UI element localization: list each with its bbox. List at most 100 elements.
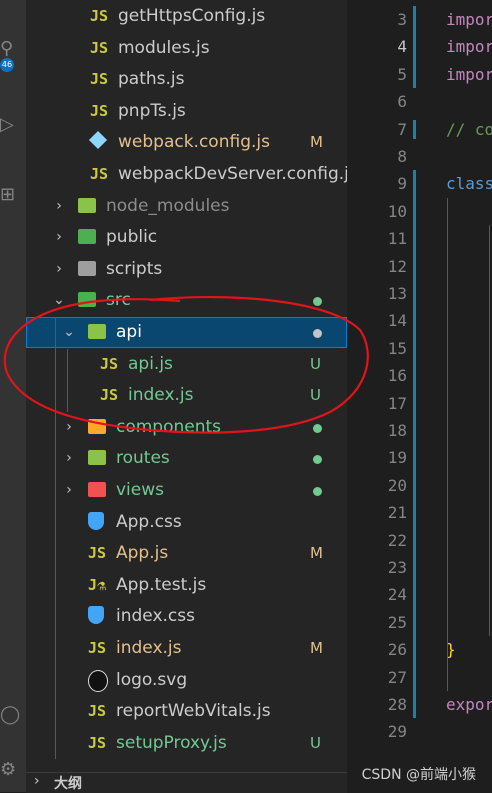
tree-file[interactable]: JS index.js M bbox=[26, 633, 347, 664]
line-number: 29 bbox=[387, 722, 407, 742]
line-number: 22 bbox=[387, 530, 407, 550]
tree-item-label: App.css bbox=[116, 511, 182, 532]
code-line[interactable]: class bbox=[446, 170, 492, 197]
line-number: 15 bbox=[387, 338, 407, 358]
chevron-down-icon[interactable]: ⌄ bbox=[62, 317, 76, 348]
line-number: 9 bbox=[397, 174, 407, 194]
tree-item-label: modules.js bbox=[118, 37, 210, 58]
code-line[interactable]: impor bbox=[446, 6, 492, 33]
tree-item-label: views bbox=[116, 480, 165, 500]
tree-item-label: index.js bbox=[116, 638, 182, 658]
webpack-icon bbox=[88, 131, 108, 150]
javascript-file-icon: JS bbox=[90, 101, 109, 120]
line-number: 23 bbox=[387, 558, 407, 577]
tree-file[interactable]: webpack.config.js M bbox=[26, 127, 347, 158]
git-status-badge: M bbox=[310, 639, 323, 657]
css-file-icon bbox=[88, 606, 104, 625]
code-line[interactable]: impor bbox=[446, 33, 492, 60]
line-number: 11 bbox=[387, 229, 407, 249]
code-line[interactable]: expor bbox=[446, 691, 492, 718]
javascript-file-icon: JS bbox=[90, 7, 109, 25]
tree-folder-views[interactable]: › views bbox=[26, 475, 347, 506]
tree-file[interactable]: JS webpackDevServer.config.js bbox=[26, 159, 347, 190]
line-number: 19 bbox=[387, 448, 407, 468]
line-number: 20 bbox=[387, 475, 407, 495]
tree-file[interactable]: JS api.js U bbox=[26, 349, 347, 380]
chevron-right-icon: › bbox=[34, 773, 40, 789]
extensions-icon[interactable]: ⊞ bbox=[0, 180, 26, 210]
line-number: 21 bbox=[387, 503, 407, 523]
javascript-file-icon: JS bbox=[88, 544, 107, 563]
indent-guide bbox=[489, 225, 490, 637]
tree-file[interactable]: JS modules.js bbox=[26, 33, 347, 64]
account-icon[interactable]: ◯ bbox=[0, 700, 26, 730]
run-debug-icon[interactable]: ▷ bbox=[0, 110, 26, 140]
git-status-badge: M bbox=[310, 544, 323, 563]
git-status-badge: M bbox=[310, 133, 323, 152]
tree-file[interactable]: JS setupProxy.js U bbox=[26, 728, 347, 759]
tree-item-label: public bbox=[106, 227, 158, 248]
modified-dot-icon bbox=[313, 487, 322, 496]
code-line[interactable]: impor bbox=[446, 61, 492, 88]
modified-dot-icon bbox=[313, 423, 322, 433]
chevron-right-icon[interactable]: › bbox=[62, 412, 76, 443]
code-line[interactable]: // co bbox=[446, 116, 492, 143]
git-status-badge: U bbox=[310, 386, 321, 405]
chevron-right-icon[interactable]: › bbox=[52, 222, 66, 253]
folder-icon bbox=[88, 418, 106, 434]
folder-icon bbox=[78, 292, 96, 308]
indent-guide bbox=[447, 197, 448, 691]
tree-file[interactable]: logo.svg bbox=[26, 665, 347, 696]
javascript-file-icon: JS bbox=[90, 70, 109, 89]
folder-icon bbox=[78, 197, 96, 213]
line-number: 16 bbox=[387, 366, 407, 386]
line-number: 25 bbox=[387, 612, 407, 632]
line-number: 24 bbox=[387, 585, 407, 605]
modified-dot-icon bbox=[313, 455, 322, 465]
git-status-badge: U bbox=[310, 354, 321, 373]
tree-folder-src[interactable]: ⌄ src bbox=[26, 285, 347, 316]
tree-item-label: App.js bbox=[116, 543, 169, 564]
chevron-right-icon[interactable]: › bbox=[52, 254, 66, 285]
chevron-right-icon[interactable]: › bbox=[62, 443, 76, 474]
tree-item-label: logo.svg bbox=[116, 669, 188, 690]
tree-file[interactable]: JS paths.js bbox=[26, 64, 347, 95]
tree-folder-api[interactable]: ⌄ api bbox=[26, 317, 347, 348]
svg-file-icon bbox=[88, 669, 108, 692]
folder-icon bbox=[88, 450, 106, 466]
tree-file[interactable]: JS reportWebVitals.js bbox=[26, 696, 347, 727]
tree-file[interactable]: index.css bbox=[26, 601, 347, 632]
line-number: 3 bbox=[397, 10, 407, 29]
modified-dot-icon bbox=[313, 329, 322, 338]
outline-section-header[interactable]: › 大纲 bbox=[26, 772, 347, 793]
tree-folder-public[interactable]: › public bbox=[26, 222, 347, 253]
line-number: 27 bbox=[387, 667, 407, 687]
javascript-file-icon: JS bbox=[88, 733, 107, 752]
tree-folder-routes[interactable]: › routes bbox=[26, 443, 347, 474]
tree-item-label: index.js bbox=[128, 385, 194, 406]
tree-file[interactable]: J⚗ App.test.js bbox=[26, 570, 347, 601]
tree-folder-components[interactable]: › components bbox=[26, 412, 347, 443]
tree-file[interactable]: JS getHttpsConfig.js bbox=[26, 1, 347, 32]
code-editor[interactable]: 3 impor 4 impor 5 impor 6 7 // co 8 9 class 10 11 12 13… bbox=[347, 0, 492, 792]
javascript-file-icon: JS bbox=[88, 702, 107, 721]
line-number: 28 bbox=[387, 695, 407, 714]
chevron-right-icon[interactable]: › bbox=[52, 191, 66, 222]
line-number: 6 bbox=[397, 92, 407, 112]
tree-item-label: routes bbox=[116, 448, 170, 469]
tree-file[interactable]: App.css bbox=[26, 507, 347, 538]
tree-folder-scripts[interactable]: › scripts bbox=[26, 254, 347, 285]
chevron-right-icon[interactable]: › bbox=[62, 475, 76, 506]
javascript-file-icon: JS bbox=[90, 38, 109, 57]
tree-file[interactable]: JS index.js U bbox=[26, 380, 347, 411]
git-gutter-marker bbox=[413, 119, 416, 139]
tree-file[interactable]: JS pnpTs.js bbox=[26, 96, 347, 127]
activity-bar: ⚲ 46 ▷ ⊞ ◯ ⚙ bbox=[0, 0, 26, 792]
chevron-down-icon[interactable]: ⌄ bbox=[52, 285, 66, 316]
line-number: 14 bbox=[387, 311, 407, 331]
tree-item-label: src bbox=[106, 290, 131, 311]
settings-gear-icon[interactable]: ⚙ bbox=[0, 755, 26, 785]
line-number: 4 bbox=[397, 37, 407, 57]
tree-file[interactable]: JS App.js M bbox=[26, 538, 347, 569]
tree-folder-node_modules[interactable]: › node_modules bbox=[26, 191, 347, 222]
